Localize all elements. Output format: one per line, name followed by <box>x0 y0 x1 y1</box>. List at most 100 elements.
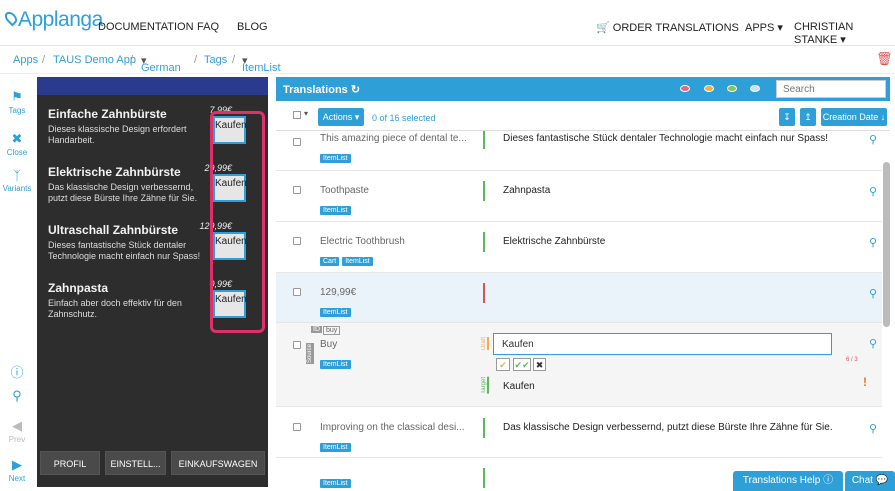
selection-count: 0 of 16 selected <box>372 113 436 123</box>
variants-label: Variants <box>2 184 32 193</box>
translation-row[interactable]: 129,99€ ItemList ⚲ <box>276 273 882 323</box>
sort-button[interactable]: Creation Date ↓ <box>821 108 887 126</box>
info-icon: ⓘ <box>10 365 24 380</box>
eye-blue-icon[interactable] <box>750 85 760 92</box>
order-translations-link[interactable]: 🛒 ORDER TRANSLATIONS <box>596 21 739 34</box>
eye-green-icon[interactable] <box>727 85 737 92</box>
download-button[interactable]: ↧ <box>779 108 795 126</box>
crumb-tags[interactable]: Tags <box>204 54 227 66</box>
tag[interactable]: ItemList <box>320 479 351 488</box>
source-text: Electric Toothbrush <box>320 236 405 247</box>
caret-down-icon: ▾ <box>777 22 783 34</box>
upload-button[interactable]: ↥ <box>800 108 816 126</box>
crumb-language-label: German <box>141 62 181 74</box>
row-checkbox[interactable] <box>293 341 301 349</box>
actions-button[interactable]: Actions ▾ <box>318 108 364 126</box>
eye-red-icon[interactable] <box>680 85 690 92</box>
status-bar <box>483 181 485 201</box>
order-translations-label: ORDER TRANSLATIONS <box>612 22 739 34</box>
apps-menu[interactable]: APPS ▾ <box>745 21 783 34</box>
translation-row[interactable]: This amazing piece of dental te... ItemL… <box>276 131 882 171</box>
search-input[interactable] <box>776 80 886 98</box>
tag-list: ItemList <box>320 472 354 490</box>
crumb-separator: / <box>194 54 198 66</box>
row-checkbox[interactable] <box>293 186 301 194</box>
nav-faq[interactable]: FAQ <box>197 21 219 33</box>
variants-button[interactable]: ᛉ Variants <box>0 168 34 193</box>
draft-input[interactable]: Kaufen <box>493 333 832 355</box>
target-badge: Target <box>481 377 489 394</box>
applanga-logo[interactable]: Applanga <box>2 8 103 32</box>
apps-label: APPS <box>745 22 775 34</box>
crumb-apps[interactable]: Apps <box>13 54 38 66</box>
tag-list: ItemList <box>320 301 354 319</box>
eye-orange-icon[interactable] <box>704 85 714 92</box>
zoom-button[interactable]: ⚲ <box>0 388 34 405</box>
tags-label: Tags <box>8 106 26 115</box>
check-icon[interactable]: ✔ <box>496 358 510 371</box>
info-button[interactable]: ⓘ <box>0 362 34 382</box>
target-text[interactable]: Dieses fantastische Stück dentaler Techn… <box>503 133 828 144</box>
trash-icon[interactable]: 🗑 <box>876 51 893 67</box>
prev-button[interactable]: ◀ Prev <box>0 418 34 444</box>
translations-title: Translations ↻ <box>283 83 360 96</box>
tag[interactable]: ItemList <box>320 360 351 369</box>
close-icon[interactable]: ✖ <box>533 358 546 371</box>
nav-blog[interactable]: BLOG <box>237 21 268 33</box>
actions-label: Actions <box>322 112 353 122</box>
tag[interactable]: Cart <box>320 257 340 266</box>
source-text: Improving on the classical desi... <box>320 422 465 433</box>
nav-documentation[interactable]: DOCUMENTATION <box>98 21 194 33</box>
settings-button[interactable]: EINSTELL... <box>105 451 166 475</box>
caret-down-icon[interactable]: ▾ <box>304 109 308 118</box>
crumb-itemlist[interactable]: ItemList ▾ <box>242 54 281 74</box>
chat-icon: 💬 <box>875 475 889 486</box>
row-checkbox[interactable] <box>293 288 301 296</box>
zoom-icon[interactable]: ⚲ <box>869 287 877 300</box>
translation-row[interactable]: Electric Toothbrush Cart ItemList Elektri… <box>276 222 882 273</box>
crumb-separator: / <box>130 54 134 66</box>
crumb-app[interactable]: TAUS Demo App <box>53 54 136 66</box>
select-all-checkbox[interactable] <box>293 111 301 119</box>
close-icon: ✖ <box>11 131 23 146</box>
target-text[interactable]: Elektrische Zahnbürste <box>503 236 605 247</box>
close-button[interactable]: ✖ Close <box>0 131 34 157</box>
zoom-icon[interactable]: ⚲ <box>869 133 877 146</box>
zoom-icon[interactable]: ⚲ <box>869 337 877 350</box>
profil-button[interactable]: PROFIL <box>40 451 100 475</box>
translation-row-expanded[interactable]: ID buy Source Buy ItemList Draft Kaufen … <box>276 323 882 407</box>
translations-title-label: Translations <box>283 84 348 96</box>
target-text[interactable]: Zahnpasta <box>503 185 550 196</box>
tag[interactable]: ItemList <box>342 257 373 266</box>
translations-help-button[interactable]: Translations Help ⓘ <box>733 471 843 491</box>
translations-panel: Translations ↻ ▾ Actions ▾ 0 of 16 selec… <box>276 77 890 491</box>
zoom-icon[interactable]: ⚲ <box>869 422 877 435</box>
translation-row[interactable]: Improving on the classical desi... ItemL… <box>276 407 882 458</box>
user-menu[interactable]: CHRISTIAN STANKE ▾ <box>794 21 895 46</box>
zoom-icon[interactable]: ⚲ <box>869 236 877 249</box>
tags-button[interactable]: ⚑ Tags <box>0 89 34 115</box>
target-text[interactable]: Das klassische Design verbessernd, putzt… <box>503 422 833 433</box>
translation-row[interactable]: Toothpaste ItemList Zahnpasta ⚲ <box>276 171 882 222</box>
chevron-left-icon: ◀ <box>12 418 22 433</box>
status-bar <box>483 232 485 252</box>
zoom-icon: ⚲ <box>12 388 22 403</box>
row-checkbox[interactable] <box>293 138 301 146</box>
double-check-icon[interactable]: ✔✔ <box>513 358 531 371</box>
zoom-icon[interactable]: ⚲ <box>869 185 877 198</box>
scrollbar[interactable] <box>883 162 890 327</box>
tag[interactable]: ItemList <box>320 206 351 215</box>
cart-button[interactable]: EINKAUFSWAGEN <box>171 451 265 475</box>
crumb-separator: / <box>42 54 46 66</box>
tag[interactable]: ItemList <box>320 154 351 163</box>
tag[interactable]: ItemList <box>320 443 351 452</box>
chat-button[interactable]: Chat 💬 <box>845 471 895 491</box>
row-checkbox[interactable] <box>293 237 301 245</box>
target-text[interactable]: Kaufen <box>503 381 535 392</box>
next-button[interactable]: ▶ Next <box>0 457 34 483</box>
refresh-icon[interactable]: ↻ <box>351 84 360 96</box>
crumb-language[interactable]: German ▾ <box>141 54 181 74</box>
status-bar <box>483 418 485 438</box>
tag[interactable]: ItemList <box>320 308 351 317</box>
row-checkbox[interactable] <box>293 423 301 431</box>
